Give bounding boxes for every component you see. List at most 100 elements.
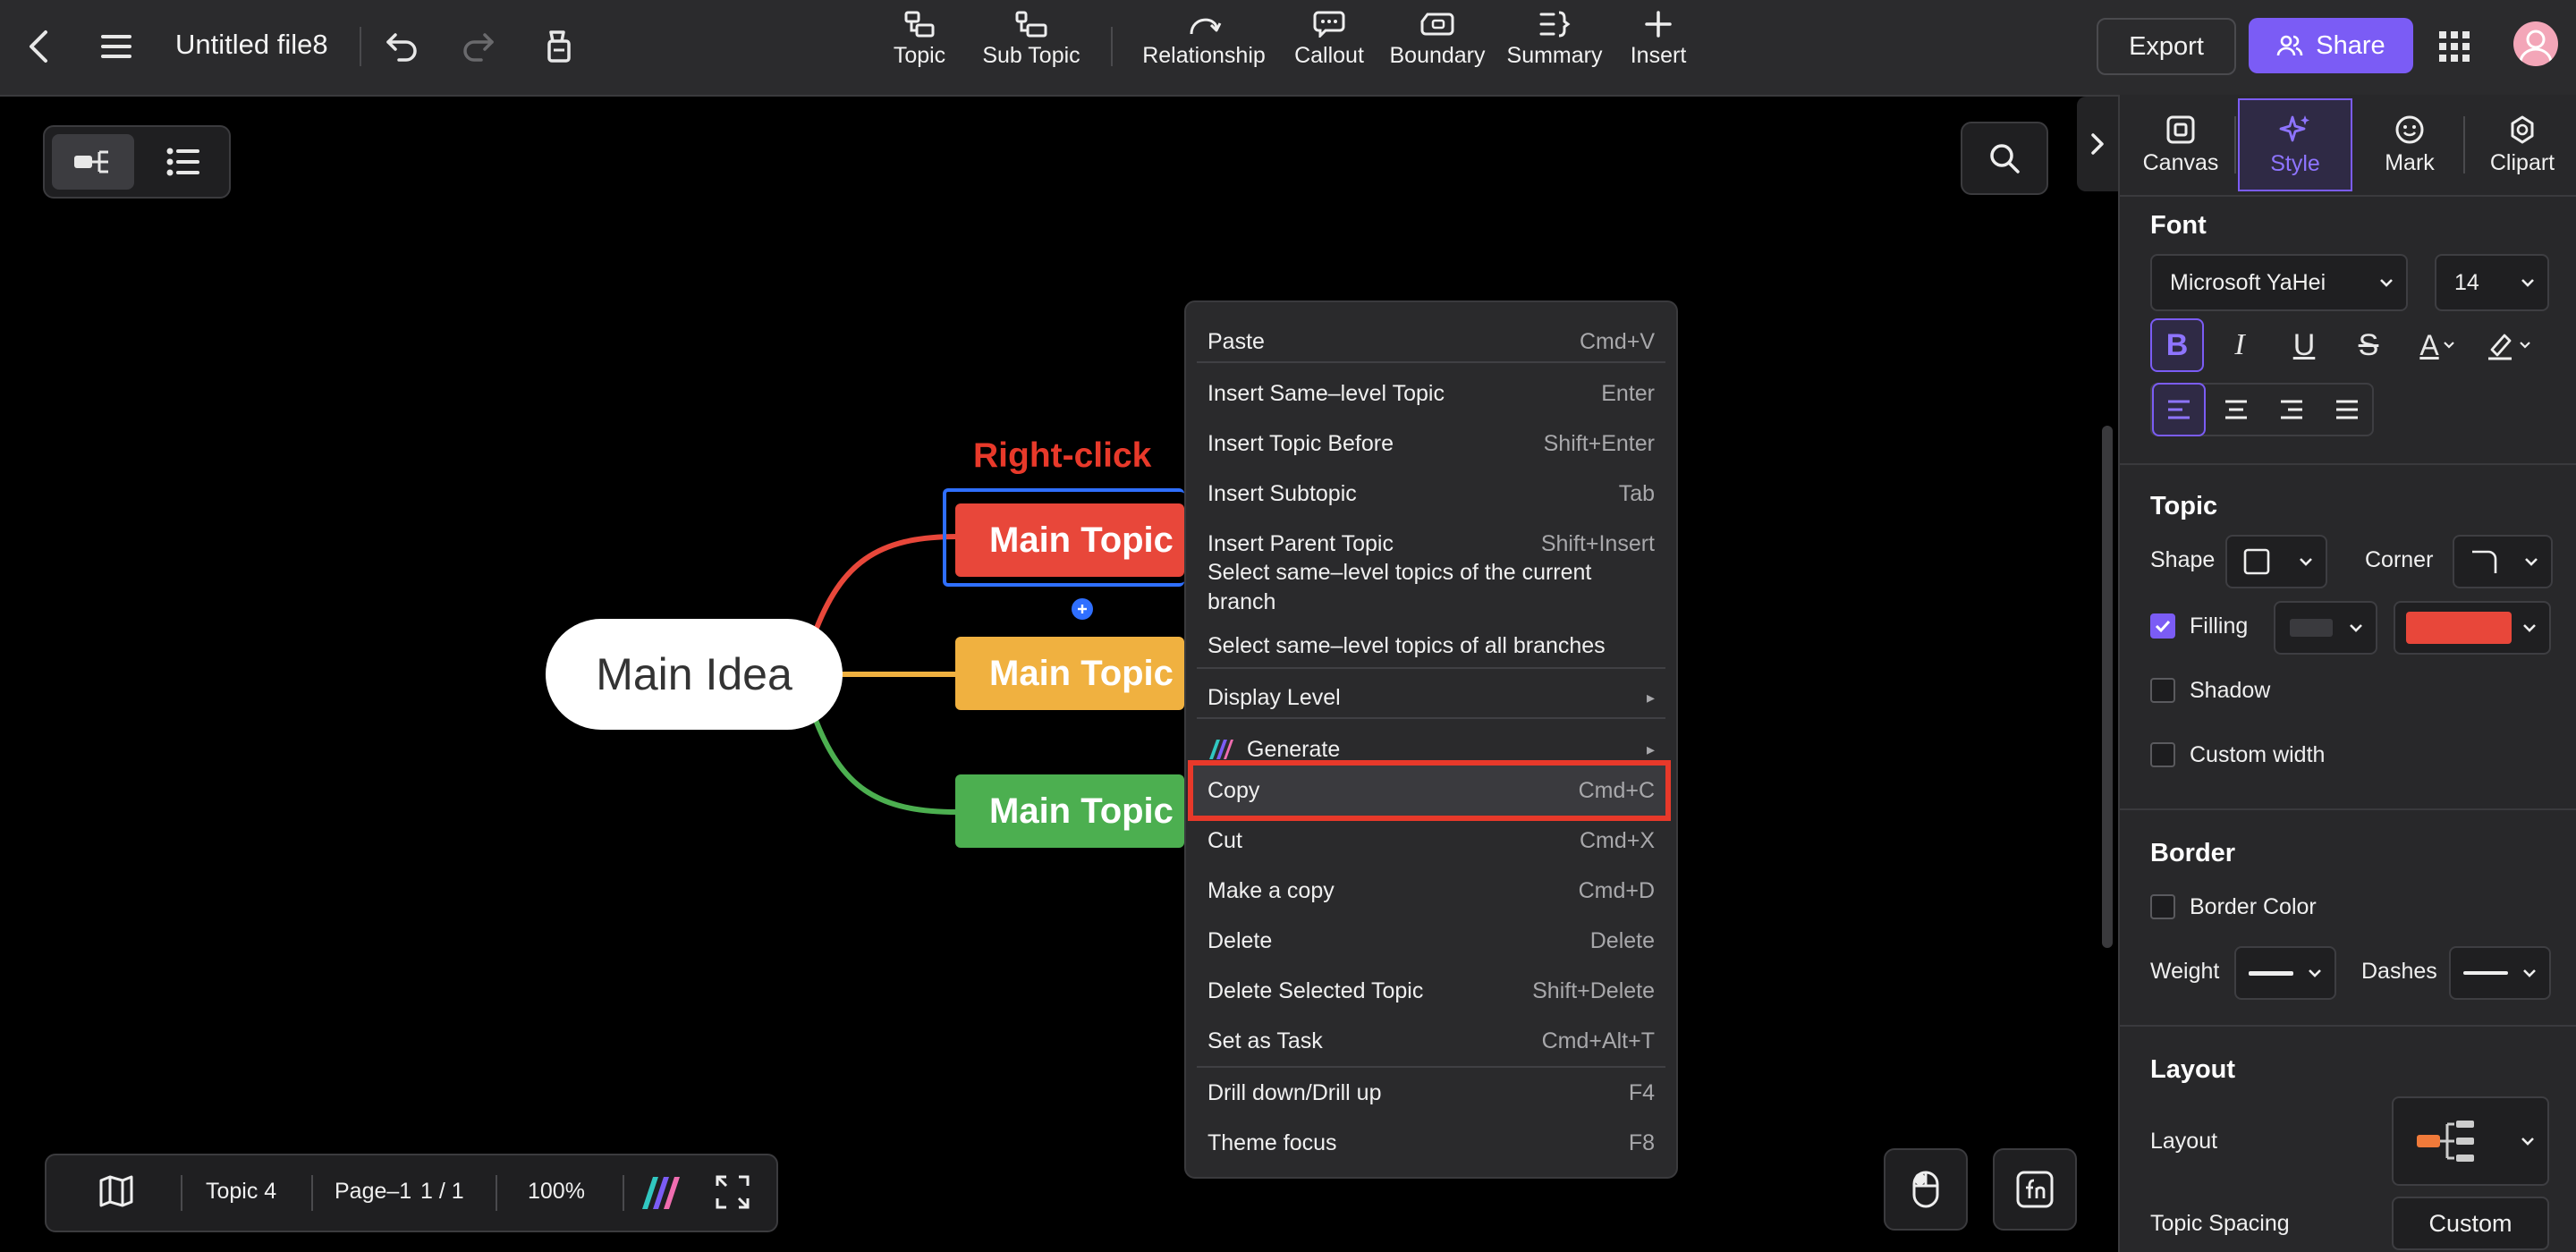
layout-select[interactable]: [2392, 1096, 2549, 1186]
menu-item-delete[interactable]: Delete Delete: [1208, 919, 1655, 962]
canvas-scrollbar[interactable]: [2102, 426, 2113, 948]
section-divider: [2120, 808, 2576, 810]
menu-label: Insert Subtopic: [1208, 480, 1357, 506]
menu-item-insert-same-level[interactable]: Insert Same–level Topic Enter: [1208, 372, 1655, 415]
top-toolbar: Untitled file8 Topic Sub Topic Relations…: [0, 0, 2576, 97]
menu-item-theme-focus[interactable]: Theme focus F8: [1208, 1121, 1655, 1164]
menu-label: Insert Parent Topic: [1208, 530, 1394, 556]
zoom-level[interactable]: 100%: [528, 1179, 585, 1205]
outline-view-icon[interactable]: [147, 134, 220, 190]
file-title[interactable]: Untitled file8: [175, 29, 328, 61]
menu-shortcut: Shift+Delete: [1532, 977, 1655, 1003]
tool-insert[interactable]: Insert: [1617, 11, 1699, 88]
plus-icon: [1645, 11, 1672, 38]
filling-checkbox[interactable]: [2150, 613, 2175, 639]
dash-line-icon: [2463, 971, 2508, 975]
function-key-button[interactable]: [1993, 1148, 2077, 1231]
menu-item-delete-selected[interactable]: Delete Selected Topic Shift+Delete: [1208, 969, 1655, 1012]
format-painter-icon[interactable]: [531, 20, 585, 73]
page-label[interactable]: Page–1: [335, 1179, 411, 1205]
weight-label: Weight: [2150, 959, 2220, 984]
main-idea-node[interactable]: Main Idea: [546, 619, 843, 730]
menu-divider: [1197, 667, 1665, 669]
ai-assistant-icon[interactable]: [639, 1175, 683, 1211]
font-family-select[interactable]: Microsoft YaHei: [2150, 254, 2408, 311]
tool-summary[interactable]: Summary: [1503, 11, 1606, 88]
font-section-title: Font: [2150, 211, 2207, 240]
menu-item-drill[interactable]: Drill down/Drill up F4: [1208, 1071, 1655, 1114]
tab-style[interactable]: Style: [2238, 98, 2352, 191]
tab-clipart[interactable]: Clipart: [2465, 98, 2576, 191]
shape-label: Shape: [2150, 547, 2216, 572]
custom-width-checkbox[interactable]: [2150, 742, 2175, 767]
menu-item-display-level[interactable]: Display Level ▸: [1208, 676, 1655, 719]
fill-pattern-select[interactable]: [2274, 601, 2377, 655]
dashes-select[interactable]: [2449, 946, 2551, 1000]
avatar[interactable]: [2513, 21, 2558, 66]
shape-select[interactable]: [2225, 535, 2327, 588]
underline-button[interactable]: U: [2277, 318, 2331, 372]
menu-label: Generate: [1247, 736, 1341, 762]
collapse-panel-button[interactable]: [2077, 97, 2118, 191]
align-center-button[interactable]: [2209, 383, 2263, 436]
menu-item-select-branch-level[interactable]: Select same–level topics of the current …: [1208, 558, 1655, 622]
border-color-checkbox[interactable]: [2150, 894, 2175, 919]
undo-icon[interactable]: [376, 20, 429, 73]
italic-button[interactable]: I: [2213, 318, 2267, 372]
map-icon[interactable]: [98, 1175, 134, 1207]
export-button[interactable]: Export: [2097, 18, 2236, 75]
apps-grid-icon[interactable]: [2438, 30, 2470, 63]
divider: [1111, 27, 1113, 66]
align-left-button[interactable]: [2152, 383, 2206, 436]
tool-boundary[interactable]: Boundary: [1386, 11, 1488, 88]
font-color-glyph: A: [2419, 328, 2439, 361]
topic-spacing-button[interactable]: Custom: [2392, 1197, 2549, 1250]
menu-item-select-all-level[interactable]: Select same–level topics of all branches: [1208, 626, 1655, 665]
font-size-select[interactable]: 14: [2435, 254, 2549, 311]
highlight-button[interactable]: [2476, 318, 2540, 372]
mouse-mode-button[interactable]: [1884, 1148, 1968, 1231]
menu-item-insert-subtopic[interactable]: Insert Subtopic Tab: [1208, 472, 1655, 515]
chevron-down-icon: [2525, 558, 2538, 566]
search-button[interactable]: [1961, 122, 2048, 195]
mindmap-view-icon[interactable]: [52, 134, 134, 190]
summary-icon: [1539, 11, 1571, 38]
add-subtopic-handle[interactable]: [1072, 598, 1093, 620]
layout-map-icon: [2417, 1121, 2474, 1162]
strikethrough-button[interactable]: S: [2342, 318, 2395, 372]
font-color-button[interactable]: A: [2406, 318, 2469, 372]
shadow-label: Shadow: [2190, 678, 2271, 703]
tool-callout[interactable]: Callout: [1286, 11, 1372, 88]
shadow-checkbox[interactable]: [2150, 678, 2175, 703]
main-topic-1[interactable]: Main Topic: [955, 503, 1184, 577]
tool-relationship[interactable]: Relationship: [1134, 11, 1274, 88]
share-label: Share: [2316, 30, 2385, 60]
fullscreen-icon[interactable]: [716, 1175, 750, 1209]
chevron-down-icon: [2309, 969, 2321, 977]
tab-mark[interactable]: Mark: [2352, 98, 2467, 191]
tool-topic[interactable]: Topic: [875, 11, 964, 88]
menu-item-cut[interactable]: Cut Cmd+X: [1208, 819, 1655, 862]
weight-select[interactable]: [2234, 946, 2336, 1000]
corner-select[interactable]: [2453, 535, 2553, 588]
share-button[interactable]: Share: [2249, 18, 2413, 73]
menu-item-make-copy[interactable]: Make a copy Cmd+D: [1208, 869, 1655, 912]
bold-button[interactable]: B: [2150, 318, 2204, 372]
menu-item-insert-topic-before[interactable]: Insert Topic Before Shift+Enter: [1208, 422, 1655, 465]
main-topic-3[interactable]: Main Topic: [955, 774, 1184, 848]
chevron-down-icon: [2520, 342, 2530, 349]
tool-sub-topic[interactable]: Sub Topic: [973, 11, 1089, 88]
menu-item-paste[interactable]: Paste Cmd+V: [1208, 320, 1655, 363]
align-justify-button[interactable]: [2320, 383, 2374, 436]
redo-icon[interactable]: [451, 20, 504, 73]
fill-color-select[interactable]: [2394, 601, 2551, 655]
back-icon[interactable]: [13, 20, 66, 73]
menu-shortcut: Enter: [1601, 380, 1655, 406]
menu-item-set-task[interactable]: Set as Task Cmd+Alt+T: [1208, 1019, 1655, 1062]
menu-item-copy[interactable]: Copy Cmd+C: [1208, 769, 1655, 812]
main-topic-2[interactable]: Main Topic: [955, 637, 1184, 710]
align-right-button[interactable]: [2265, 383, 2318, 436]
tab-canvas[interactable]: Canvas: [2123, 98, 2238, 191]
menu-icon[interactable]: [89, 20, 143, 73]
menu-label: Theme focus: [1208, 1129, 1337, 1155]
